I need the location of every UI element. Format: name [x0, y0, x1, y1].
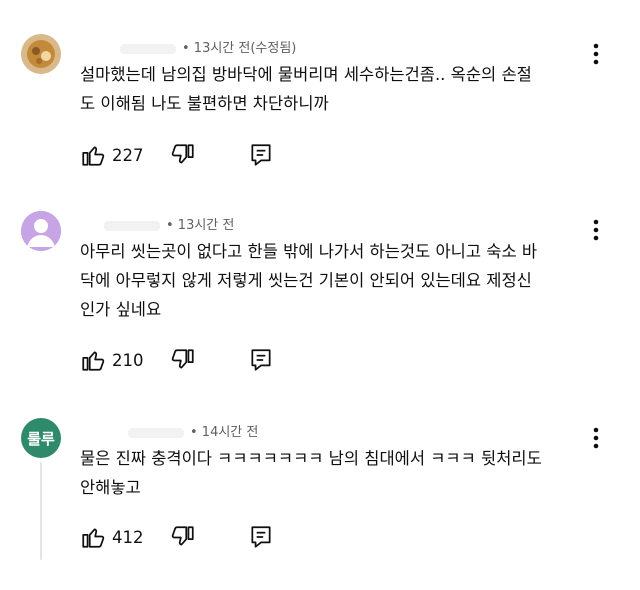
like-count: 412 — [112, 527, 144, 547]
reply-icon[interactable] — [248, 347, 274, 373]
avatar-label: 룰루 — [21, 418, 61, 458]
comment-actions: 412 — [80, 523, 274, 551]
comment-actions: 210 — [80, 346, 274, 374]
comment-meta: • 13시간 전 — [104, 214, 234, 233]
timestamp: • 13시간 전(수정됨) — [182, 41, 297, 56]
more-options-icon[interactable] — [590, 42, 602, 66]
comment-text: 아무리 씻는곳이 없다고 한들 밖에 나가서 하는것도 아니고 숙소 바 닥에 … — [80, 237, 590, 324]
comment-text-line: 아무리 씻는곳이 없다고 한들 밖에 나가서 하는것도 아니고 숙소 바 — [80, 242, 538, 261]
comment-text: 설마했는데 남의집 방바닥에 물버리며 세수하는건좀.. 옥순의 손절 도 이해… — [80, 60, 590, 118]
thread-line — [40, 462, 42, 560]
like-count: 227 — [112, 145, 144, 165]
thumbs-down-icon[interactable] — [170, 142, 196, 168]
thumbs-up-icon[interactable] — [80, 142, 106, 168]
more-options-icon[interactable] — [590, 218, 602, 242]
more-options-icon[interactable] — [590, 426, 602, 450]
comment-text-line: 도 이해됨 나도 불편하면 차단하니까 — [80, 94, 329, 113]
comment-text: 물은 진짜 충격이다 ㅋㅋㅋㅋㅋㅋㅋ 남의 침대에서 ㅋㅋㅋ 뒷처리도 안해놓고 — [80, 444, 590, 502]
comment-text-line: 인가 싶네요 — [80, 300, 162, 319]
comment-meta: • 13시간 전(수정됨) — [120, 37, 296, 56]
comment-actions: 227 — [80, 141, 274, 169]
avatar[interactable]: 룰루 — [21, 418, 61, 458]
photo-avatar-icon — [21, 34, 61, 74]
comment-meta: • 14시간 전 — [128, 421, 258, 440]
thumbs-down-icon[interactable] — [170, 524, 196, 550]
comment-text-line: 물은 진짜 충격이다 ㅋㅋㅋㅋㅋㅋㅋ 남의 침대에서 ㅋㅋㅋ 뒷처리도 — [80, 449, 542, 468]
thumbs-down-icon[interactable] — [170, 347, 196, 373]
author-name[interactable] — [104, 220, 160, 231]
comment-text-line: 설마했는데 남의집 방바닥에 물버리며 세수하는건좀.. 옥순의 손절 — [80, 65, 532, 84]
thumbs-up-icon[interactable] — [80, 347, 106, 373]
avatar[interactable] — [21, 34, 61, 74]
comment-text-line: 안해놓고 — [80, 478, 141, 497]
author-name[interactable] — [128, 427, 184, 438]
timestamp: • 14시간 전 — [190, 425, 259, 440]
avatar[interactable] — [21, 211, 61, 251]
thumbs-up-icon[interactable] — [80, 524, 106, 550]
like-count: 210 — [112, 350, 144, 370]
timestamp: • 13시간 전 — [166, 218, 235, 233]
reply-icon[interactable] — [248, 142, 274, 168]
reply-icon[interactable] — [248, 524, 274, 550]
author-name[interactable] — [120, 43, 176, 54]
comment-text-line: 닥에 아무렇지 않게 저렇게 씻는건 기본이 안되어 있는데요 제정신 — [80, 271, 532, 290]
default-person-icon — [21, 211, 61, 251]
